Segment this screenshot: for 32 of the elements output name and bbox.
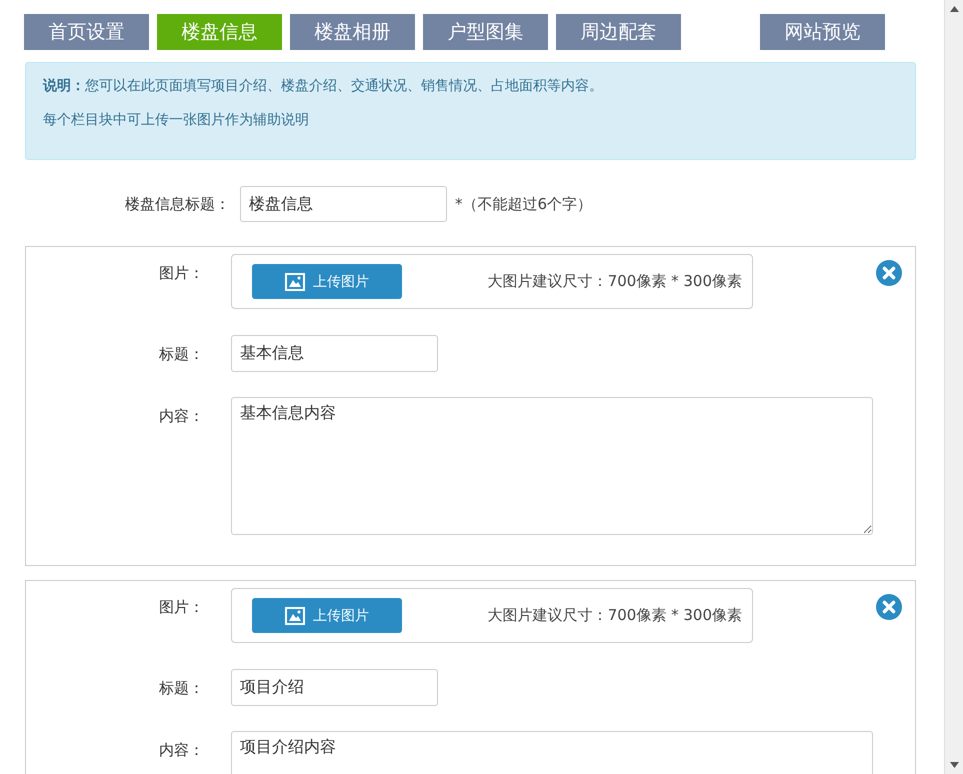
size-hint: 大图片建议尺寸：700像素 * 300像素 bbox=[488, 272, 742, 291]
upload-button[interactable]: 上传图片 bbox=[252, 598, 402, 633]
title-field[interactable]: 基本信息 bbox=[231, 335, 438, 372]
title-field[interactable]: 项目介绍 bbox=[231, 669, 438, 706]
hint-text: *（不能超过6个字） bbox=[455, 194, 592, 214]
field-label: 标题： bbox=[158, 678, 205, 698]
close-icon[interactable] bbox=[876, 260, 902, 286]
size-hint: 大图片建议尺寸：700像素 * 300像素 bbox=[488, 606, 742, 625]
scrollbar[interactable] bbox=[944, 0, 963, 774]
tab[interactable]: 户型图集 bbox=[423, 14, 548, 50]
up-arrow-icon[interactable] bbox=[950, 6, 958, 12]
upload-button[interactable]: 上传图片 bbox=[252, 264, 402, 299]
close-icon[interactable] bbox=[876, 594, 902, 620]
tab[interactable]: 首页设置 bbox=[24, 14, 149, 50]
field-label: 内容： bbox=[158, 406, 205, 426]
notice-text: 说明：您可以在此页面填写项目介绍、楼盘介绍、交通状况、销售情况、占地面积等内容。 bbox=[43, 77, 604, 95]
content-field[interactable]: 项目介绍内容 bbox=[231, 731, 873, 774]
down-arrow-icon[interactable] bbox=[950, 762, 958, 768]
image-icon bbox=[285, 272, 305, 290]
field-label: 图片： bbox=[158, 597, 205, 617]
notice-text: 每个栏目块中可上传一张图片作为辅助说明 bbox=[43, 111, 310, 129]
tab[interactable]: 楼盘信息 bbox=[157, 14, 282, 50]
field-label: 图片： bbox=[158, 263, 205, 283]
tab[interactable]: 周边配套 bbox=[556, 14, 681, 50]
preview-button[interactable]: 网站预览 bbox=[760, 14, 885, 50]
field-label: 标题： bbox=[158, 344, 205, 364]
field-label: 内容： bbox=[158, 740, 205, 760]
input-field[interactable]: 楼盘信息 bbox=[240, 186, 447, 222]
content-field[interactable]: 基本信息内容 bbox=[231, 397, 873, 535]
field-label: 楼盘信息标题： bbox=[124, 194, 231, 214]
image-icon bbox=[285, 606, 305, 624]
tab[interactable]: 楼盘相册 bbox=[290, 14, 415, 50]
